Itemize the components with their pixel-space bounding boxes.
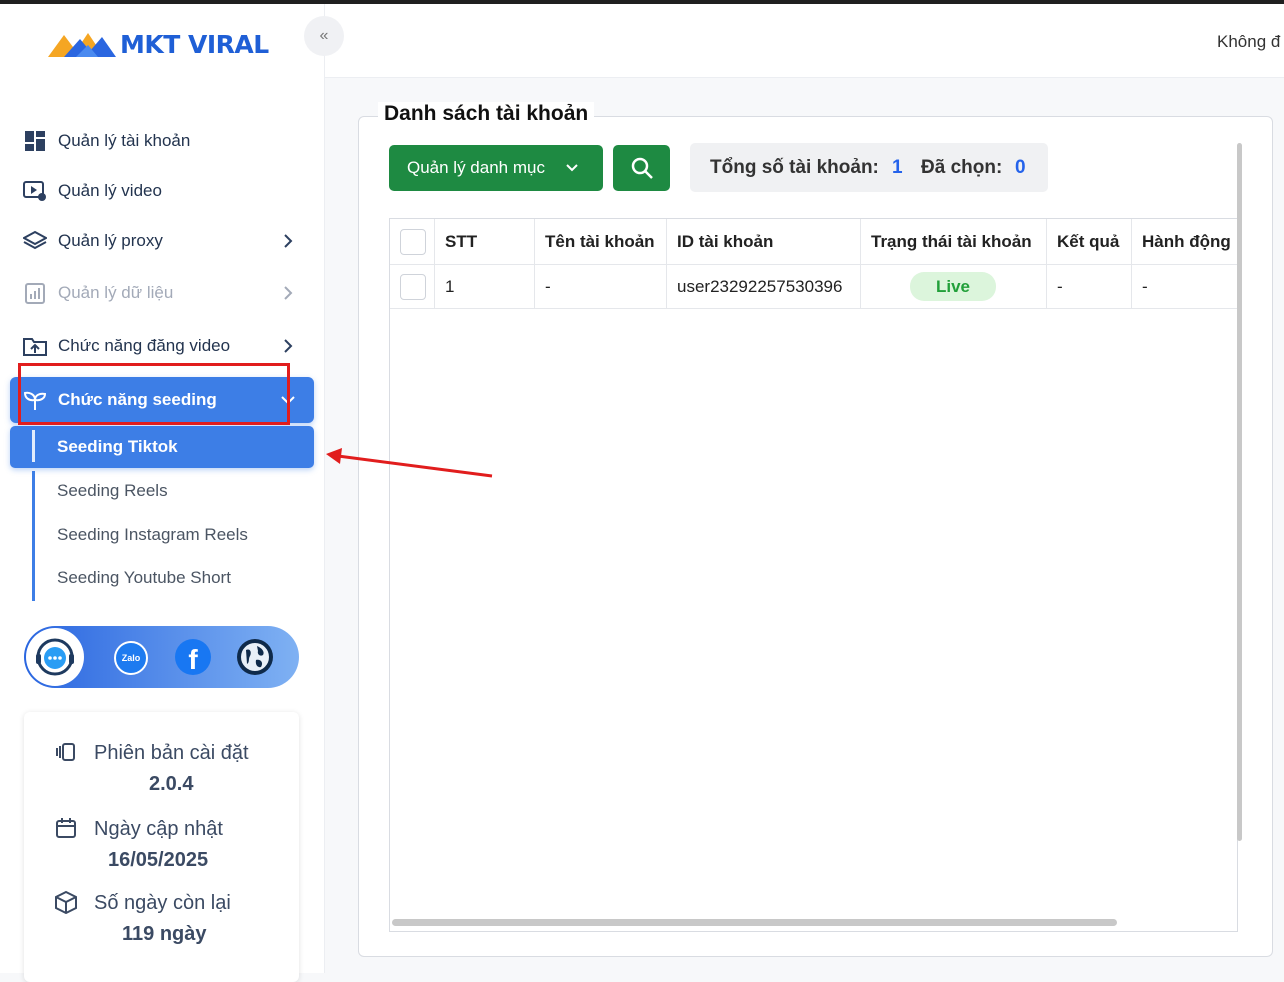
logo-mountains-icon (48, 33, 116, 57)
version-label: Phiên bản cài đặt (94, 742, 249, 764)
table-header-row: STT Tên tài khoản ID tài khoản Trạng thá… (390, 219, 1237, 265)
sidebar-collapse-button[interactable]: « (304, 16, 344, 56)
category-management-button[interactable]: Quản lý danh mục (389, 145, 603, 191)
submenu-item-label: Seeding Instagram Reels (57, 525, 248, 544)
table-horizontal-scrollbar[interactable] (392, 919, 1117, 926)
submenu-item-seeding-youtube-short[interactable]: Seeding Youtube Short (10, 558, 314, 598)
sidebar-item-label: Quản lý dữ liệu (58, 283, 174, 302)
social-links-bar: Zalo f (24, 626, 299, 688)
version-icon (56, 743, 75, 761)
submenu-item-label: Seeding Tiktok (57, 437, 178, 456)
account-stats-box: Tổng số tài khoản: 1 Đã chọn: 0 (690, 143, 1048, 192)
remaining-value: 119 ngày (122, 923, 207, 945)
chevron-down-icon (566, 164, 578, 172)
sidebar-item-video-posting[interactable]: Chức năng đăng video (10, 325, 314, 367)
selected-value: 0 (1015, 157, 1026, 178)
folder-upload-icon (23, 334, 47, 358)
facebook-icon[interactable]: f (175, 639, 211, 675)
total-accounts-label: Tổng số tài khoản: (710, 157, 879, 178)
total-accounts-value: 1 (892, 157, 903, 178)
sidebar-item-label: Quản lý proxy (58, 231, 163, 250)
row-status-cell: Live (861, 265, 1047, 308)
globe-icon[interactable] (237, 639, 273, 675)
row-stt: 1 (435, 265, 535, 308)
topbar-user-text[interactable]: Không đ (1217, 32, 1280, 52)
submenu-item-seeding-reels[interactable]: Seeding Reels (10, 471, 314, 511)
support-chat-icon[interactable] (26, 628, 84, 686)
facebook-icon-text: f (188, 644, 198, 675)
logo-text: MKT VIRAL (120, 29, 269, 59)
row-select-cell (390, 265, 435, 308)
chevron-right-icon (278, 336, 298, 356)
video-settings-icon (23, 179, 47, 203)
table-row[interactable]: 1 - user23292257530396 Live - - (390, 265, 1237, 309)
dashboard-icon (23, 129, 47, 153)
annotation-arrow (326, 448, 493, 478)
submenu-item-label: Seeding Youtube Short (57, 568, 231, 587)
selected-label: Đã chọn: (921, 157, 1003, 178)
chevron-right-icon (278, 283, 298, 303)
category-management-label: Quản lý danh mục (407, 158, 545, 177)
remaining-label: Số ngày còn lại (94, 892, 231, 914)
row-action: - (1142, 276, 1148, 296)
select-all-checkbox[interactable] (400, 228, 426, 255)
panel-vertical-scrollbar[interactable] (1237, 143, 1242, 841)
header-stt[interactable]: STT (435, 219, 535, 264)
layers-icon (23, 229, 47, 253)
updated-label: Ngày cập nhật (94, 818, 223, 840)
submenu-item-label: Seeding Reels (57, 481, 168, 500)
header-select-all-cell (390, 219, 435, 264)
data-chart-icon (23, 281, 47, 305)
submenu-item-seeding-tiktok[interactable]: Seeding Tiktok (10, 426, 314, 468)
sidebar-item-proxy-management[interactable]: Quản lý proxy (10, 220, 314, 262)
header-account-id[interactable]: ID tài khoản (667, 219, 861, 264)
updated-value: 16/05/2025 (108, 849, 209, 871)
panel-title: Danh sách tài khoản (378, 102, 595, 126)
row-result: - (1047, 265, 1132, 308)
accounts-table: STT Tên tài khoản ID tài khoản Trạng thá… (389, 218, 1238, 932)
sidebar-item-data-management[interactable]: Quản lý dữ liệu (10, 272, 314, 314)
topbar: Không đ (325, 4, 1284, 78)
sidebar-item-label: Chức năng đăng video (58, 336, 231, 355)
double-chevron-left-icon: « (319, 27, 329, 44)
sidebar-item-label: Quản lý tài khoản (58, 131, 191, 150)
status-badge: Live (910, 272, 996, 301)
box-icon (55, 890, 77, 914)
row-account-name: - (535, 265, 667, 308)
header-result[interactable]: Kết quả (1047, 219, 1132, 264)
version-value: 2.0.4 (149, 773, 194, 795)
sidebar-item-account-management[interactable]: Quản lý tài khoản (10, 120, 314, 162)
license-info-card: Phiên bản cài đặt 2.0.4 Ngày cập nhật 16… (24, 712, 299, 982)
chevron-right-icon (278, 231, 298, 251)
header-action[interactable]: Hành động (1132, 219, 1237, 264)
annotation-highlight-box (18, 363, 290, 425)
sidebar: MKT VIRAL Quản lý tài khoản Quản lý vide… (0, 4, 325, 982)
submenu-item-seeding-instagram-reels[interactable]: Seeding Instagram Reels (10, 515, 314, 555)
search-button[interactable] (613, 145, 670, 191)
sidebar-item-label: Quản lý video (58, 181, 162, 200)
zalo-icon-text: Zalo (121, 653, 141, 663)
header-account-name[interactable]: Tên tài khoản (535, 219, 667, 264)
app-logo[interactable]: MKT VIRAL (46, 24, 269, 64)
header-account-status[interactable]: Trạng thái tài khoản (861, 219, 1047, 264)
row-checkbox[interactable] (400, 273, 426, 300)
sidebar-item-video-management[interactable]: Quản lý video (10, 170, 314, 212)
zalo-icon[interactable]: Zalo (114, 641, 148, 675)
search-icon (631, 157, 653, 179)
calendar-icon (56, 818, 76, 838)
row-account-id: user23292257530396 (667, 265, 861, 308)
